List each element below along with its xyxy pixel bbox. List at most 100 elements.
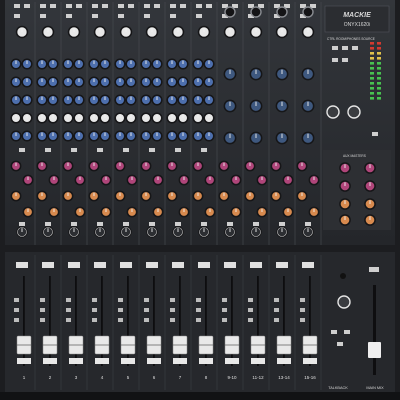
source-button-2[interactable] — [342, 46, 348, 50]
mute-button[interactable] — [118, 298, 123, 302]
solo-button[interactable] — [170, 308, 175, 312]
assign-button[interactable] — [14, 318, 19, 322]
solo-button[interactable] — [14, 308, 19, 312]
mute-button[interactable] — [144, 298, 149, 302]
pre-button[interactable] — [253, 222, 259, 226]
pad-button[interactable] — [24, 4, 30, 8]
phantom-button[interactable] — [14, 4, 20, 8]
pre-button[interactable] — [71, 222, 77, 226]
assign-button[interactable] — [222, 318, 227, 322]
eq-in-button[interactable] — [19, 148, 25, 152]
eq-in-button[interactable] — [45, 148, 51, 152]
pad-button[interactable] — [76, 4, 82, 8]
assign-button[interactable] — [144, 318, 149, 322]
assign-button[interactable] — [170, 318, 175, 322]
assign-button[interactable] — [248, 318, 253, 322]
lowcut-button[interactable] — [14, 14, 20, 18]
mute-button[interactable] — [170, 298, 175, 302]
lowcut-button[interactable] — [144, 14, 150, 18]
solo-button[interactable] — [144, 308, 149, 312]
lowcut-button[interactable] — [66, 14, 72, 18]
eq-in-button[interactable] — [97, 148, 103, 152]
mute-button[interactable] — [40, 298, 45, 302]
mute-button[interactable] — [300, 298, 305, 302]
pre-button[interactable] — [45, 222, 51, 226]
lowcut-button[interactable] — [170, 14, 176, 18]
pad-button[interactable] — [154, 4, 160, 8]
mute-button[interactable] — [274, 298, 279, 302]
eq-in-button[interactable] — [201, 148, 207, 152]
assign-button[interactable] — [300, 318, 305, 322]
pad-button[interactable] — [102, 4, 108, 8]
pre-button[interactable] — [279, 222, 285, 226]
eq-in-button[interactable] — [149, 148, 155, 152]
mute-button[interactable] — [222, 298, 227, 302]
assign-button[interactable] — [274, 318, 279, 322]
pre-button[interactable] — [201, 222, 207, 226]
main-mix-fader-cap[interactable] — [368, 342, 381, 358]
pre-button[interactable] — [175, 222, 181, 226]
solo-button[interactable] — [274, 308, 279, 312]
pre-button[interactable] — [19, 222, 25, 226]
pre-button[interactable] — [123, 222, 129, 226]
solo-button[interactable] — [248, 308, 253, 312]
phantom-button[interactable] — [40, 4, 46, 8]
phantom-button[interactable] — [118, 4, 124, 8]
source-button-1[interactable] — [332, 46, 338, 50]
eq-in-button[interactable] — [123, 148, 129, 152]
solo-button[interactable] — [40, 308, 45, 312]
eq-in-button[interactable] — [175, 148, 181, 152]
talkback-button-3[interactable] — [337, 342, 343, 346]
pad-button[interactable] — [128, 4, 134, 8]
assign-button[interactable] — [196, 318, 201, 322]
talkback-button-1[interactable] — [331, 330, 337, 334]
solo-button[interactable] — [222, 308, 227, 312]
phantom-button[interactable] — [170, 4, 176, 8]
channel-number-tag — [146, 262, 158, 268]
assign-button[interactable] — [40, 318, 45, 322]
pad-button[interactable] — [206, 4, 212, 8]
pad-button[interactable] — [180, 4, 186, 8]
lowcut-button[interactable] — [118, 14, 124, 18]
solo-button[interactable] — [196, 308, 201, 312]
pad-button[interactable] — [50, 4, 56, 8]
mute-button[interactable] — [66, 298, 71, 302]
pre-button[interactable] — [149, 222, 155, 226]
pre-button[interactable] — [227, 222, 233, 226]
lowcut-button[interactable] — [40, 14, 46, 18]
mute-button[interactable] — [14, 298, 19, 302]
assign-button[interactable] — [118, 318, 123, 322]
pre-button[interactable] — [305, 222, 311, 226]
talkback-level-knob[interactable] — [337, 295, 351, 309]
mute-button[interactable] — [248, 298, 253, 302]
input-jack-icon[interactable] — [250, 6, 262, 18]
source-button-5[interactable] — [342, 58, 348, 62]
solo-button[interactable] — [300, 308, 305, 312]
input-jack-icon[interactable] — [224, 6, 236, 18]
pre-button[interactable] — [97, 222, 103, 226]
main-mix-button[interactable] — [369, 267, 379, 272]
source-button-4[interactable] — [332, 58, 338, 62]
phantom-button[interactable] — [92, 4, 98, 8]
ctrl-room-knob[interactable] — [347, 105, 361, 119]
main-mix-fader-slot — [373, 285, 376, 375]
solo-button[interactable] — [92, 308, 97, 312]
lowcut-button[interactable] — [196, 14, 202, 18]
source-button-3[interactable] — [352, 46, 358, 50]
eq-in-button[interactable] — [71, 148, 77, 152]
input-jack-icon[interactable] — [276, 6, 288, 18]
phantom-button[interactable] — [196, 4, 202, 8]
solo-button[interactable] — [66, 308, 71, 312]
phantom-button[interactable] — [144, 4, 150, 8]
mute-button[interactable] — [196, 298, 201, 302]
assign-button[interactable] — [66, 318, 71, 322]
phones-knob[interactable] — [326, 105, 340, 119]
lowcut-button[interactable] — [92, 14, 98, 18]
mute-button[interactable] — [92, 298, 97, 302]
solo-button[interactable] — [118, 308, 123, 312]
master-button[interactable] — [372, 132, 378, 136]
assign-button[interactable] — [92, 318, 97, 322]
talkback-button-2[interactable] — [344, 330, 350, 334]
input-jack-icon[interactable] — [302, 6, 314, 18]
phantom-button[interactable] — [66, 4, 72, 8]
